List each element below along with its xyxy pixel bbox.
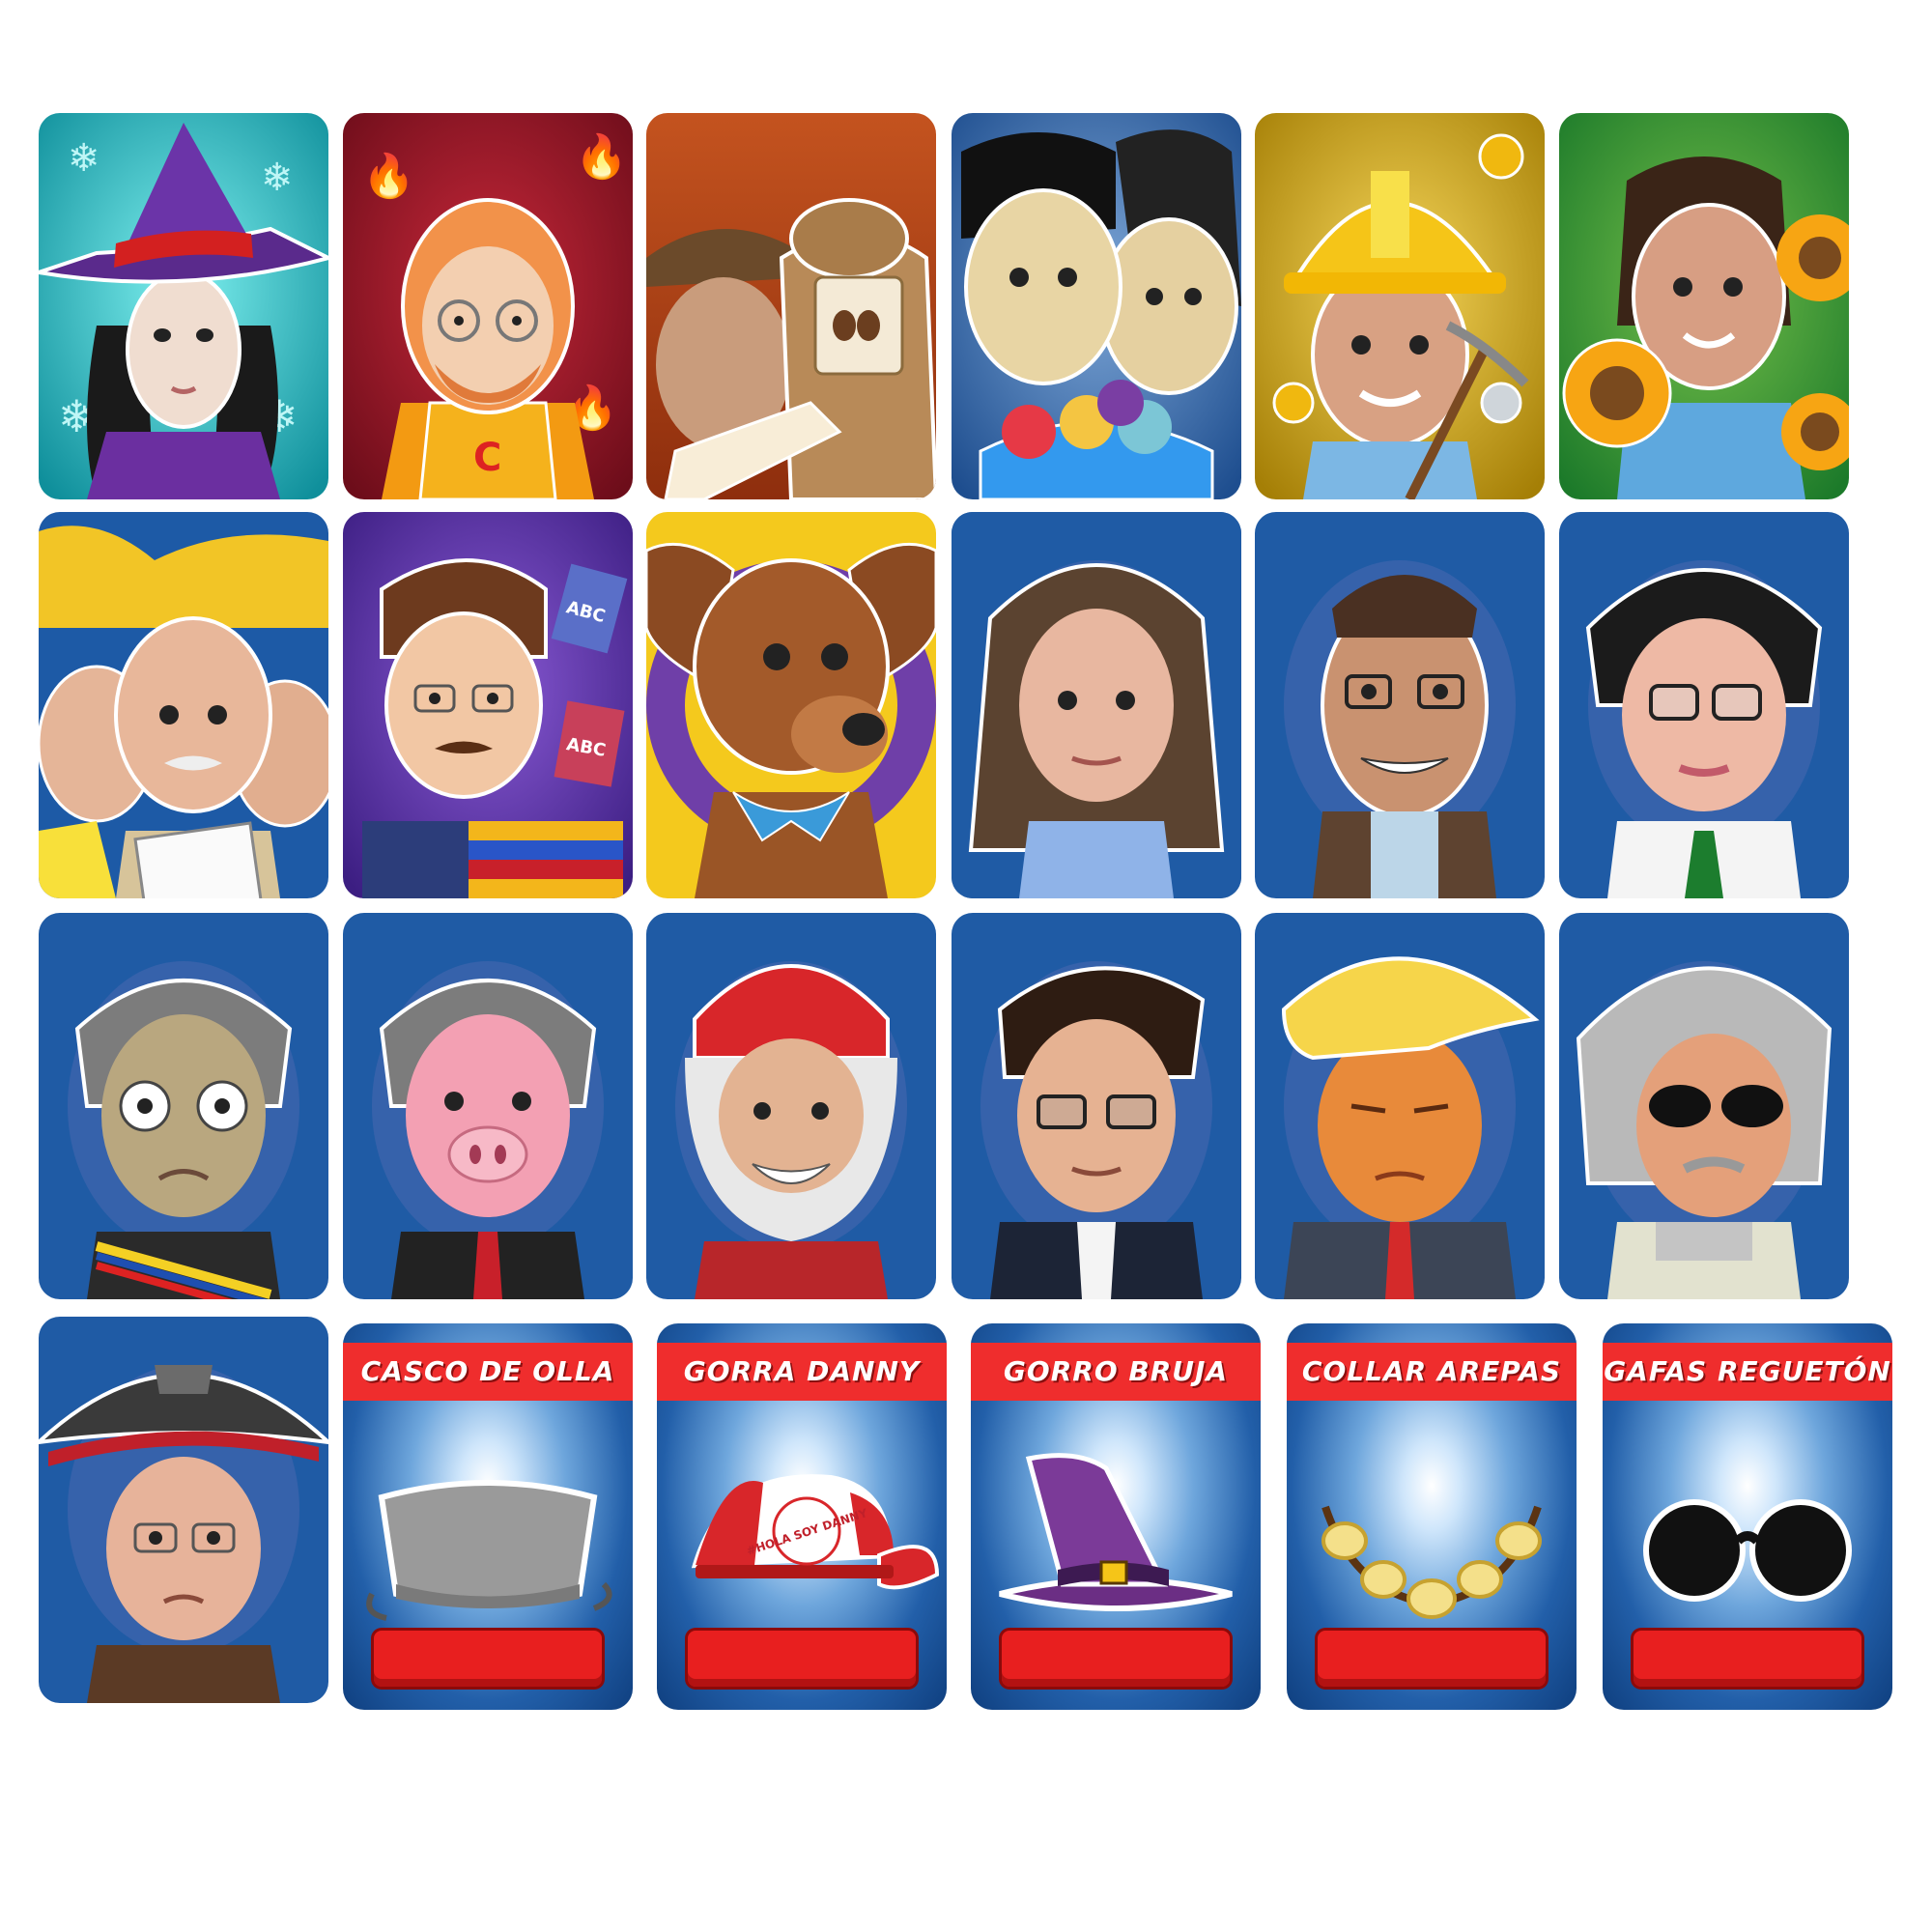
glasses-man-portrait-icon [1255, 512, 1545, 898]
shop-item-card-reggaeton-glasses[interactable]: GAFAS REGUETÓN [1603, 1323, 1892, 1710]
miner-portrait-icon [1255, 113, 1545, 499]
fire-hero-portrait-icon: 🔥 🔥 🔥 C [343, 113, 633, 499]
shop-item-card-pot-helmet[interactable]: CASCO DE OLLA [343, 1323, 633, 1710]
character-card-pig-politician[interactable] [343, 913, 633, 1299]
character-card-old-man-group[interactable] [39, 512, 328, 898]
sunflower-woman-portrait-icon [1559, 113, 1849, 499]
pig-politician-portrait-icon [343, 913, 633, 1299]
svg-text:❄: ❄ [261, 156, 294, 200]
character-card-miner[interactable] [1255, 113, 1545, 499]
character-card-teacher[interactable]: ABC ABC [343, 512, 633, 898]
long-hair-woman-portrait-icon [952, 512, 1241, 898]
shop-item-card-arepa-necklace[interactable]: COLLAR AREPAS [1287, 1323, 1577, 1710]
svg-text:❄: ❄ [68, 136, 100, 181]
character-card-sunflower-woman[interactable] [1559, 113, 1849, 499]
price-button[interactable] [688, 1631, 916, 1687]
svg-text:🔥: 🔥 [575, 132, 628, 182]
coffee-farmer-portrait-icon [646, 113, 936, 499]
bearded-old-man-portrait-icon [646, 913, 936, 1299]
pirate-portrait-icon [39, 1317, 328, 1703]
character-card-coffee-farmer[interactable] [646, 113, 936, 499]
teacher-portrait-icon: ABC ABC [343, 512, 633, 898]
svg-text:C: C [473, 436, 501, 480]
sunglasses-man-portrait-icon [1559, 913, 1849, 1299]
character-card-bearded-old-man[interactable] [646, 913, 936, 1299]
dog-portrait-icon [646, 512, 936, 898]
character-card-witch[interactable]: ❄ ❄ ❄ ❄ [39, 113, 328, 499]
price-button[interactable] [1318, 1631, 1546, 1687]
character-card-suit-man[interactable] [952, 913, 1241, 1299]
blond-president-portrait-icon [1255, 913, 1545, 1299]
shop-item-card-danny-cap[interactable]: GORRA DANNY #HOLA SOY DANNY [657, 1323, 947, 1710]
old-man-group-portrait-icon [39, 512, 328, 898]
fruit-sellers-portrait-icon [952, 113, 1241, 499]
character-card-blond-president[interactable] [1255, 913, 1545, 1299]
shop-item-card-witch-hat[interactable]: GORRO BRUJA [971, 1323, 1261, 1710]
character-card-glasses-woman[interactable] [1559, 512, 1849, 898]
character-card-pirate[interactable] [39, 1317, 328, 1703]
svg-text:🔥: 🔥 [362, 152, 415, 201]
price-button[interactable] [1002, 1631, 1230, 1687]
price-button[interactable] [1634, 1631, 1861, 1687]
gray-hair-politician-portrait-icon [39, 913, 328, 1299]
character-card-long-hair-woman[interactable] [952, 512, 1241, 898]
character-card-fruit-sellers[interactable] [952, 113, 1241, 499]
witch-portrait-icon: ❄ ❄ ❄ ❄ [39, 113, 328, 499]
character-card-dog[interactable] [646, 512, 936, 898]
character-card-gray-hair-politician[interactable] [39, 913, 328, 1299]
character-card-glasses-man[interactable] [1255, 512, 1545, 898]
suit-man-portrait-icon [952, 913, 1241, 1299]
character-card-sunglasses-man[interactable] [1559, 913, 1849, 1299]
glasses-woman-portrait-icon [1559, 512, 1849, 898]
price-button[interactable] [374, 1631, 602, 1687]
character-card-fire-hero[interactable]: 🔥 🔥 🔥 C [343, 113, 633, 499]
